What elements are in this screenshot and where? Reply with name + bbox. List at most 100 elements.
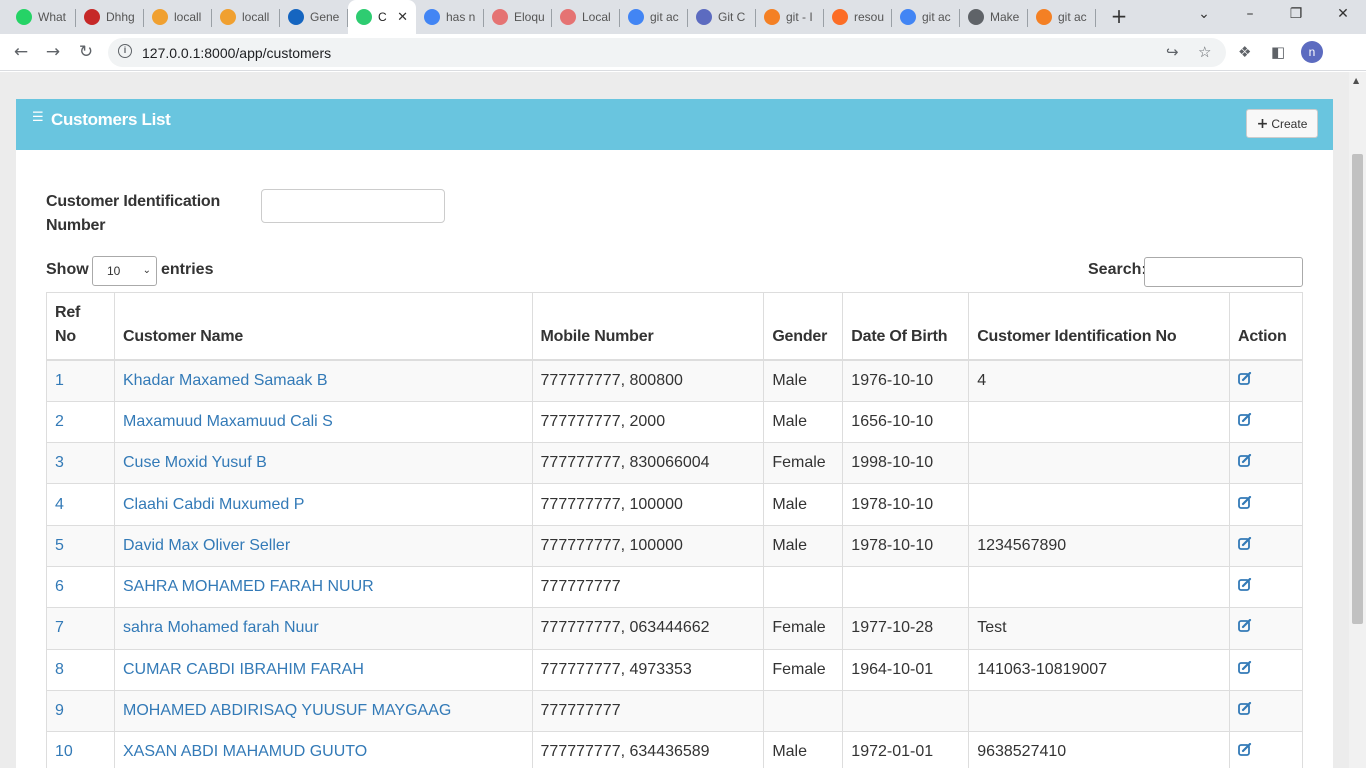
- browser-tab[interactable]: Make: [960, 0, 1028, 34]
- scroll-up-icon[interactable]: ▲: [1353, 76, 1359, 85]
- back-icon[interactable]: ←: [10, 41, 32, 63]
- column-header-date-of-birth[interactable]: Date Of Birth: [842, 292, 970, 361]
- star-icon: [696, 9, 712, 25]
- scrollbar-thumb[interactable]: [1352, 154, 1363, 624]
- customer-name-cell[interactable]: Khadar Maxamed Samaak B: [113, 359, 533, 402]
- ref-no-cell[interactable]: 3: [46, 442, 115, 485]
- browser-tab[interactable]: git ac: [620, 0, 688, 34]
- browser-tab-label: git ac: [1058, 10, 1087, 24]
- column-header-customer-id[interactable]: Customer Identification No: [968, 292, 1230, 361]
- browser-tab[interactable]: git - I: [756, 0, 824, 34]
- edit-icon[interactable]: [1238, 660, 1252, 674]
- bookmark-star-icon[interactable]: ☆: [1198, 43, 1211, 61]
- edit-icon[interactable]: [1238, 536, 1252, 550]
- customer-name-cell[interactable]: Claahi Cabdi Muxumed P: [113, 483, 533, 526]
- column-header-ref-no[interactable]: Ref No: [46, 292, 115, 361]
- browser-tab[interactable]: What: [8, 0, 76, 34]
- new-tab-button[interactable]: +: [1108, 6, 1130, 28]
- browser-tab[interactable]: Local: [552, 0, 620, 34]
- date-of-birth-cell: 1964-10-01: [842, 648, 970, 691]
- stackoverflow-icon: [764, 9, 780, 25]
- ref-no-cell[interactable]: 8: [46, 648, 115, 691]
- address-url[interactable]: 127.0.0.1:8000/app/customers: [142, 45, 331, 61]
- reload-icon[interactable]: ↻: [75, 41, 97, 63]
- gender-cell: Male: [763, 359, 844, 402]
- edit-icon[interactable]: [1238, 371, 1252, 385]
- customer-name-cell[interactable]: CUMAR CABDI IBRAHIM FARAH: [113, 648, 533, 691]
- column-header-gender[interactable]: Gender: [763, 292, 844, 361]
- edit-icon[interactable]: [1238, 743, 1252, 757]
- side-panel-icon[interactable]: ◧: [1271, 43, 1285, 61]
- customer-name-cell[interactable]: David Max Oliver Seller: [113, 524, 533, 567]
- close-window-button[interactable]: ✕: [1332, 6, 1354, 28]
- customer-name-cell[interactable]: sahra Mohamed farah Nuur: [113, 607, 533, 650]
- extensions-icon[interactable]: ❖: [1238, 43, 1251, 61]
- browser-tab[interactable]: Gene: [280, 0, 348, 34]
- ref-no-cell[interactable]: 10: [46, 731, 115, 768]
- ref-no-cell[interactable]: 2: [46, 400, 115, 444]
- customer-name-cell[interactable]: XASAN ABDI MAHAMUD GUUTO: [113, 731, 533, 768]
- create-button[interactable]: + Create: [1246, 109, 1318, 138]
- page-size-select[interactable]: 10 ⌄: [92, 256, 157, 286]
- table-row: 9 MOHAMED ABDIRISAQ YUUSUF MAYGAAG 7777777…: [46, 689, 1304, 733]
- edit-icon[interactable]: [1238, 578, 1252, 592]
- date-of-birth-cell: 1998-10-10: [842, 442, 970, 485]
- browser-tab-strip: + ⌄ – ❐ ✕ What Dhhg locall locall Gene C ✕ has …: [0, 0, 1366, 34]
- minimize-button[interactable]: –: [1239, 6, 1261, 28]
- browser-tab[interactable]: has n: [416, 0, 484, 34]
- edit-icon[interactable]: [1238, 412, 1252, 426]
- restore-button[interactable]: ❐: [1285, 6, 1307, 28]
- browser-tab[interactable]: locall: [212, 0, 280, 34]
- customer-name-cell[interactable]: Maxamuud Maxamuud Cali S: [113, 400, 533, 444]
- browser-tab[interactable]: resou: [824, 0, 892, 34]
- forward-icon[interactable]: →: [42, 41, 64, 63]
- browser-tab[interactable]: Dhhg: [76, 0, 144, 34]
- gender-cell: [763, 689, 844, 733]
- customer-id-filter-input[interactable]: [261, 189, 445, 223]
- action-cell: [1228, 607, 1304, 650]
- address-bar[interactable]: i 127.0.0.1:8000/app/customers ↪ ☆: [108, 38, 1226, 67]
- action-cell: [1228, 483, 1304, 526]
- customer-name-cell[interactable]: Cuse Moxid Yusuf B: [113, 442, 533, 485]
- table-row: 5 David Max Oliver Seller 777777777, 10000…: [46, 524, 1304, 567]
- close-tab-icon[interactable]: ✕: [397, 9, 408, 25]
- ref-no-cell[interactable]: 4: [46, 483, 115, 526]
- browser-tab-label: What: [38, 10, 67, 24]
- customer-name-cell[interactable]: MOHAMED ABDIRISAQ YUUSUF MAYGAAG: [113, 689, 533, 733]
- search-input[interactable]: [1144, 257, 1303, 287]
- column-header-mobile-number[interactable]: Mobile Number: [531, 292, 765, 361]
- browser-tab[interactable]: git ac: [892, 0, 960, 34]
- share-icon[interactable]: ↪: [1166, 43, 1179, 61]
- browser-tab[interactable]: C ✕: [348, 0, 416, 34]
- table-header-row: Ref No Customer Name Mobile Number Gende…: [46, 292, 1304, 361]
- date-of-birth-cell: 1976-10-10: [842, 359, 970, 402]
- site-info-icon[interactable]: i: [118, 44, 132, 58]
- edit-icon[interactable]: [1238, 702, 1252, 715]
- ref-no-cell[interactable]: 7: [46, 607, 115, 650]
- page-scrollbar[interactable]: ▲: [1349, 72, 1366, 768]
- column-header-customer-name[interactable]: Customer Name: [113, 292, 533, 361]
- tab-search-icon[interactable]: ⌄: [1193, 6, 1215, 28]
- edit-icon[interactable]: [1238, 619, 1252, 633]
- edit-icon[interactable]: [1238, 454, 1252, 468]
- browser-tab[interactable]: git ac: [1028, 0, 1096, 34]
- customer-id-cell: Test: [968, 607, 1230, 650]
- ref-no-cell[interactable]: 1: [46, 359, 115, 402]
- page-viewport: ☰ Customers List + Create Customer Ident…: [0, 72, 1349, 768]
- browser-tab[interactable]: Eloqu: [484, 0, 552, 34]
- ref-no-cell[interactable]: 9: [46, 689, 115, 733]
- ref-no-cell[interactable]: 5: [46, 524, 115, 567]
- panel-header: ☰ Customers List + Create: [16, 99, 1333, 150]
- browser-tab-label: git - I: [786, 10, 813, 24]
- ref-no-cell[interactable]: 6: [46, 565, 115, 609]
- gender-cell: [763, 565, 844, 609]
- browser-tab[interactable]: locall: [144, 0, 212, 34]
- table-row: 7 sahra Mohamed farah Nuur 777777777, 0634…: [46, 607, 1304, 650]
- customer-id-cell: 141063-10819007: [968, 648, 1230, 691]
- customer-name-cell[interactable]: SAHRA MOHAMED FARAH NUUR: [113, 565, 533, 609]
- customer-id-cell: [968, 400, 1230, 444]
- browser-tab[interactable]: Git C: [688, 0, 756, 34]
- profile-avatar[interactable]: n: [1301, 41, 1323, 63]
- edit-icon[interactable]: [1238, 495, 1252, 509]
- mobile-number-cell: 777777777, 2000: [531, 400, 765, 444]
